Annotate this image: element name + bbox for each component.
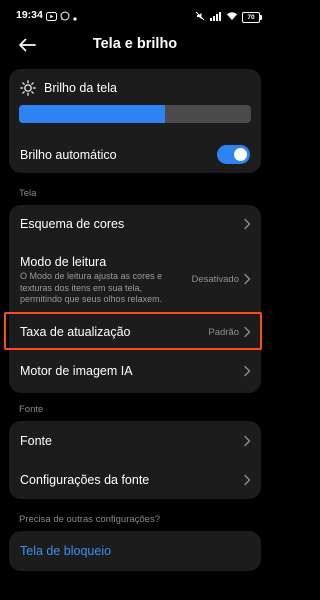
chevron-right-icon bbox=[244, 435, 251, 447]
page-title: Tela e brilho bbox=[92, 36, 178, 52]
dot-icon bbox=[73, 8, 77, 26]
brightness-label: Brilho da tela bbox=[44, 81, 117, 95]
row-ai-image-engine[interactable]: Motor de imagem IA bbox=[9, 353, 261, 391]
status-bar: 19:34 70 bbox=[0, 0, 270, 26]
whatsapp-icon bbox=[60, 8, 70, 26]
row-description: O Modo de leitura ajusta as cores e text… bbox=[20, 271, 163, 304]
tela-card: Esquema de cores Modo de leitura O Modo … bbox=[9, 205, 261, 393]
highlight-box bbox=[4, 312, 262, 350]
toggle-knob bbox=[234, 148, 247, 161]
page-header: Tela e brilho bbox=[0, 28, 270, 62]
auto-brightness-toggle[interactable] bbox=[217, 145, 250, 164]
notification-icons bbox=[46, 8, 77, 26]
battery-icon: 70 bbox=[242, 11, 262, 23]
row-value: Desativado bbox=[191, 274, 239, 285]
more-card: Tela de bloqueio bbox=[9, 531, 261, 571]
row-reading-mode[interactable]: Modo de leitura O Modo de leitura ajusta… bbox=[9, 243, 261, 311]
row-font[interactable]: Fonte bbox=[9, 421, 261, 460]
auto-brightness-label: Brilho automático bbox=[20, 148, 117, 162]
youtube-icon bbox=[46, 8, 57, 26]
brightness-slider[interactable] bbox=[19, 105, 251, 123]
brightness-card: Brilho da tela Brilho automático bbox=[9, 69, 261, 173]
mute-icon bbox=[195, 8, 205, 26]
row-color-scheme[interactable]: Esquema de cores bbox=[9, 205, 261, 243]
row-label: Motor de imagem IA bbox=[20, 364, 133, 378]
chevron-right-icon bbox=[244, 218, 251, 230]
section-label-fonte: Fonte bbox=[19, 404, 44, 415]
chevron-right-icon bbox=[244, 474, 251, 486]
sun-icon bbox=[20, 80, 36, 101]
row-label: Esquema de cores bbox=[20, 217, 125, 231]
row-font-settings[interactable]: Configurações da fonte bbox=[9, 460, 261, 499]
system-icons: 70 bbox=[195, 8, 262, 26]
row-label: Fonte bbox=[20, 434, 52, 448]
row-label: Modo de leitura bbox=[20, 255, 107, 269]
lock-screen-link[interactable]: Tela de bloqueio bbox=[20, 544, 111, 558]
brightness-slider-fill bbox=[19, 105, 166, 123]
status-time: 19:34 bbox=[16, 9, 43, 21]
row-label: Configurações da fonte bbox=[20, 473, 150, 487]
wifi-icon bbox=[226, 8, 238, 26]
section-label-more: Precisa de outras configurações? bbox=[19, 514, 160, 525]
signal-icon bbox=[209, 8, 222, 26]
fonte-card: Fonte Configurações da fonte bbox=[9, 421, 261, 499]
section-label-tela: Tela bbox=[19, 188, 37, 199]
chevron-right-icon bbox=[244, 365, 251, 377]
chevron-right-icon bbox=[244, 273, 251, 285]
